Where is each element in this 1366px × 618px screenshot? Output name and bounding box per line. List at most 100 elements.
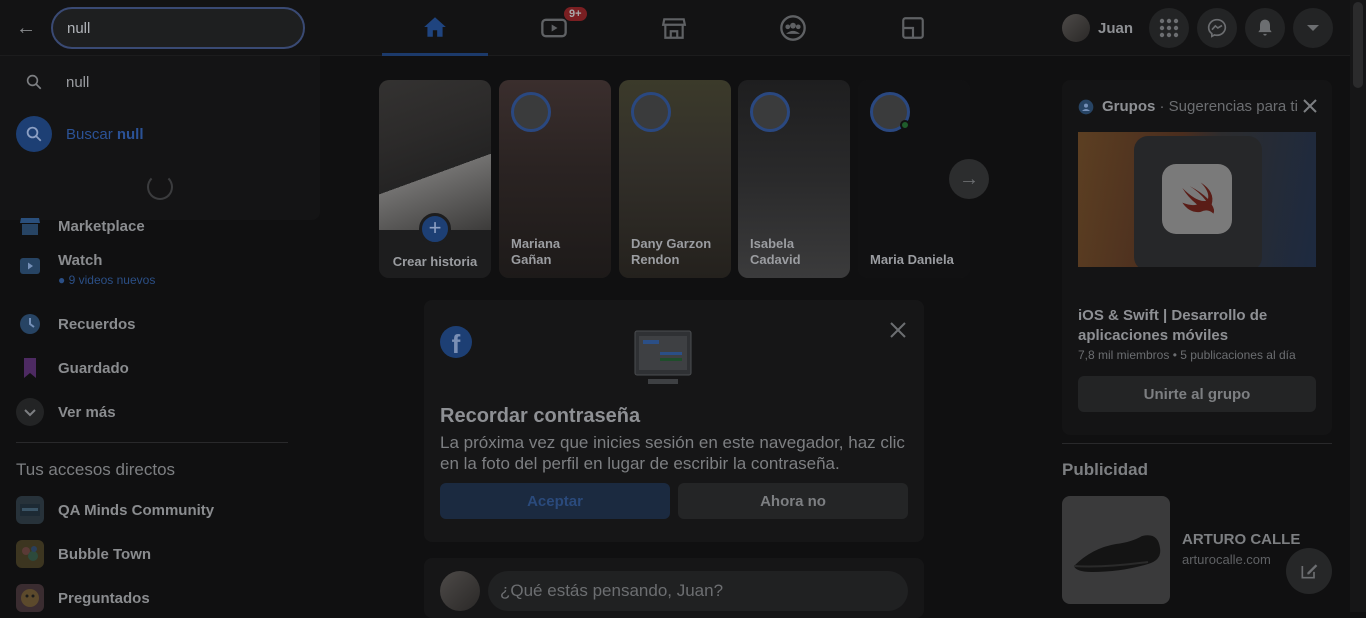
composer-input[interactable]: ¿Qué estás pensando, Juan? xyxy=(488,571,908,611)
shortcut-qa-minds[interactable]: QA Minds Community xyxy=(16,496,214,524)
marketplace-shop-icon xyxy=(16,212,44,240)
grid-menu-icon xyxy=(1159,18,1179,38)
recent-search-label: null xyxy=(66,73,90,91)
groups-suggestion-card: Grupos · Sugerencias para ti iOS & Swift… xyxy=(1062,80,1332,435)
compose-icon xyxy=(1301,564,1318,579)
story-card[interactable]: Mariana Gañan xyxy=(499,80,611,278)
decline-button[interactable]: Ahora no xyxy=(678,483,908,519)
story-avatar xyxy=(750,92,790,132)
groups-subtitle: · Sugerencias para ti xyxy=(1155,98,1298,115)
sidebar-item-label: Recuerdos xyxy=(58,315,136,333)
remember-password-card: f Recordar contraseña La próxima vez que… xyxy=(424,300,924,542)
sidebar-item-watch[interactable]: Watch ● 9 videos nuevos xyxy=(16,252,155,287)
profile-chip[interactable]: Juan xyxy=(1062,10,1133,46)
shortcut-preguntados[interactable]: Preguntados xyxy=(16,584,150,612)
swift-logo-icon xyxy=(1162,164,1232,234)
ad-image[interactable] xyxy=(1062,496,1170,604)
profile-name: Juan xyxy=(1098,19,1134,37)
story-author: Maria Daniela xyxy=(870,252,954,267)
story-card[interactable]: Dany Garzon Rendon xyxy=(619,80,731,278)
facebook-logo-icon: f xyxy=(440,326,472,358)
sidebar-item-marketplace[interactable]: Marketplace xyxy=(16,212,145,240)
recent-search-item[interactable]: null xyxy=(16,64,89,100)
tab-watch[interactable]: 9+ xyxy=(501,0,607,56)
home-icon xyxy=(424,16,446,37)
browser-illustration xyxy=(634,330,694,386)
password-card-title: Recordar contraseña xyxy=(440,405,641,427)
accept-button[interactable]: Aceptar xyxy=(440,483,670,519)
messenger-icon xyxy=(1207,18,1227,38)
qa-minds-logo xyxy=(16,496,44,524)
sidebar-item-saved[interactable]: Guardado xyxy=(16,354,129,382)
story-avatar xyxy=(631,92,671,132)
group-meta: 7,8 mil miembros • 5 publicaciones al dí… xyxy=(1078,348,1296,362)
avatar xyxy=(1062,14,1090,42)
watch-sub-label: ● 9 videos nuevos xyxy=(58,273,156,287)
sidebar-divider xyxy=(16,442,288,443)
marketplace-icon xyxy=(661,18,687,39)
search-box[interactable] xyxy=(51,7,305,49)
top-bar: ← 9+ Juan xyxy=(0,0,1350,56)
caret-down-icon xyxy=(1307,25,1319,31)
scrollbar-thumb[interactable] xyxy=(1353,2,1363,88)
loading-spinner-icon xyxy=(147,174,173,200)
ad-domain: arturocalle.com xyxy=(1182,552,1271,567)
sidebar-item-label: Ver más xyxy=(58,403,116,421)
watch-badge: 9+ xyxy=(564,7,587,21)
story-card[interactable]: Isabela Cadavid xyxy=(738,80,850,278)
avatar xyxy=(440,571,480,611)
group-name[interactable]: iOS & Swift | Desarrollo de aplicaciones… xyxy=(1078,306,1316,346)
search-blue-icon xyxy=(16,116,52,152)
search-input[interactable] xyxy=(67,19,289,37)
scrollbar[interactable] xyxy=(1350,0,1366,612)
close-icon[interactable] xyxy=(886,318,910,342)
search-for-term: null xyxy=(116,125,144,143)
account-button[interactable] xyxy=(1293,8,1333,48)
sidebar-item-see-more[interactable]: Ver más xyxy=(16,398,116,426)
story-author: Isabela Cadavid xyxy=(750,236,801,267)
search-icon xyxy=(16,64,52,100)
story-avatar xyxy=(511,92,551,132)
clock-icon xyxy=(16,310,44,338)
post-composer: ¿Qué estás pensando, Juan? xyxy=(424,558,924,618)
search-for-label: Buscar xyxy=(66,125,113,143)
tab-home[interactable] xyxy=(382,0,488,56)
story-author: Mariana Gañan xyxy=(511,236,561,267)
sidebar-item-memories[interactable]: Recuerdos xyxy=(16,310,136,338)
shortcut-bubble-town[interactable]: Bubble Town xyxy=(16,540,151,568)
watch-tv-icon xyxy=(16,252,44,280)
sidebar-item-label: Marketplace xyxy=(58,217,145,235)
messenger-button[interactable] xyxy=(1197,8,1237,48)
close-icon[interactable] xyxy=(1300,96,1320,116)
chevron-down-icon xyxy=(16,398,44,426)
new-message-button[interactable] xyxy=(1286,548,1332,594)
stories-next-arrow-icon[interactable]: → xyxy=(949,159,989,199)
ads-heading: Publicidad xyxy=(1062,460,1148,479)
menu-button[interactable] xyxy=(1149,8,1189,48)
back-arrow-icon[interactable]: ← xyxy=(14,16,38,40)
groups-title: Grupos xyxy=(1102,98,1156,115)
bubble-town-logo xyxy=(16,540,44,568)
join-group-button[interactable]: Unirte al grupo xyxy=(1078,376,1316,412)
preguntados-logo xyxy=(16,584,44,612)
story-create-photo xyxy=(379,80,491,230)
story-create-label: Crear historia xyxy=(392,254,478,269)
shortcut-label: QA Minds Community xyxy=(58,501,215,519)
shortcut-label: Preguntados xyxy=(58,589,150,607)
group-cover-image xyxy=(1078,132,1316,267)
tab-marketplace[interactable] xyxy=(621,0,727,56)
story-author: Dany Garzon Rendon xyxy=(631,236,712,267)
tab-gaming[interactable] xyxy=(860,0,966,56)
search-for-item[interactable]: Buscar null xyxy=(16,116,144,152)
notifications-button[interactable] xyxy=(1245,8,1285,48)
sidebar-item-label: Watch xyxy=(58,252,103,269)
story-create[interactable]: + Crear historia xyxy=(379,80,491,278)
online-indicator-icon xyxy=(900,120,910,130)
plus-icon: + xyxy=(419,213,451,245)
shortcuts-title: Tus accesos directos xyxy=(16,460,176,479)
groups-small-icon xyxy=(1078,99,1094,114)
tab-groups[interactable] xyxy=(740,0,846,56)
right-divider xyxy=(1062,443,1332,444)
watch-icon xyxy=(541,18,567,38)
ad-advertiser[interactable]: ARTURO CALLE xyxy=(1182,531,1300,548)
